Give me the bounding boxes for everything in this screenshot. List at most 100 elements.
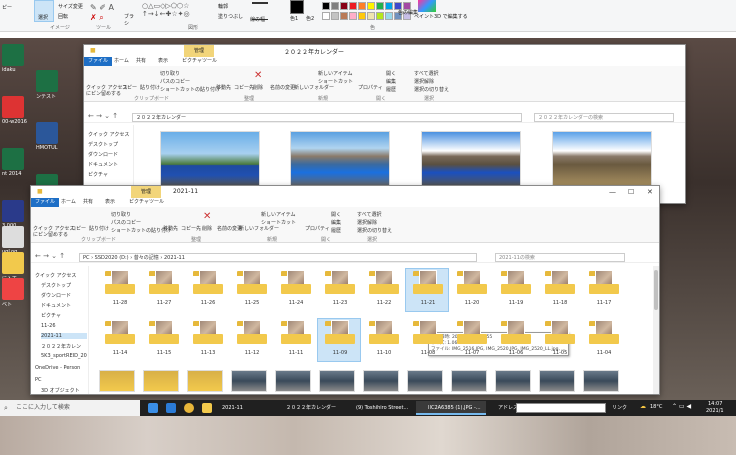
back-nav-documents[interactable]: ドキュメント (88, 161, 118, 168)
back-copy-to-button[interactable]: コピー先 (234, 84, 254, 91)
back-search-box[interactable]: ２０２２年カレンダーの検索 (534, 113, 674, 122)
back-nav-pictures[interactable]: ピクチャ (88, 171, 108, 178)
folder-icon[interactable] (369, 320, 399, 344)
paint-rotate-button[interactable]: 回転 (58, 13, 68, 20)
word-icon[interactable] (36, 122, 58, 144)
pdf-icon[interactable] (2, 96, 24, 118)
back-nav-downloads[interactable]: ダウンロード (88, 151, 118, 158)
folder-icon[interactable] (149, 270, 179, 294)
front-titlebar[interactable]: ■ 管理 2021-11 — ☐ ✕ (31, 186, 659, 198)
color-swatch[interactable] (349, 12, 357, 20)
folder-icon[interactable] (369, 270, 399, 294)
back-copy-button[interactable]: コピー (122, 84, 137, 91)
photo-thumbnail[interactable] (275, 370, 311, 392)
photo-thumbnail[interactable] (539, 370, 575, 392)
excel-icon[interactable] (36, 70, 58, 92)
back-new-folder-button[interactable]: 新しいフォルダー (294, 84, 334, 91)
back-select-none-button[interactable]: 選択解除 (414, 78, 434, 85)
front-nav-folder-selected[interactable]: 2021-11 (41, 333, 87, 339)
back-rename-button[interactable]: 名前の変更 (270, 84, 295, 91)
tray-icons[interactable]: ⌃ ▭ ◀ (672, 403, 691, 410)
folder-icon[interactable] (325, 320, 355, 344)
color-swatch[interactable] (367, 2, 375, 10)
close-icon[interactable]: ✕ (647, 188, 653, 196)
back-tab-home[interactable]: ホーム (110, 57, 133, 66)
front-search-box[interactable]: 2021-11の検索 (495, 253, 625, 262)
explorer-window-back[interactable]: ■ 管理 ２０２２年カレンダー ファイル ホーム 共有 表示 ピクチャツール ク… (83, 44, 686, 204)
front-nav-folder[interactable]: 5K3_sportREID_20 (41, 353, 87, 359)
taskbar-app-explorer-2[interactable]: ２０２２年カレンダー (274, 401, 340, 415)
folder-icon[interactable] (589, 320, 619, 344)
back-shortcut-button[interactable]: ショートカット (318, 78, 353, 85)
front-nav-pc[interactable]: PC (35, 377, 42, 383)
pencil-icon[interactable]: ✎ ✐ A (90, 3, 114, 12)
front-copy-button[interactable]: コピー (71, 225, 86, 232)
taskbar-temperature[interactable]: 18°C (650, 404, 662, 410)
folder-icon[interactable] (105, 320, 135, 344)
front-nav-folder[interactable]: 11-26 (41, 323, 56, 329)
color-swatch[interactable] (376, 2, 384, 10)
front-tab-view[interactable]: 表示 (101, 198, 119, 207)
front-history-button[interactable]: 履歴 (331, 227, 341, 234)
front-tab-share[interactable]: 共有 (79, 198, 97, 207)
color-swatch[interactable] (358, 2, 366, 10)
front-nav-arrows-icon[interactable]: ← → ⌄ ↑ (35, 252, 65, 260)
folder-icon[interactable] (589, 270, 619, 294)
maximize-icon[interactable]: ☐ (628, 188, 634, 196)
front-select-none-button[interactable]: 選択解除 (357, 219, 377, 226)
folder-icon[interactable] (457, 320, 487, 344)
color-swatch[interactable] (385, 2, 393, 10)
front-nav-downloads[interactable]: ダウンロード (41, 292, 71, 299)
back-nav-desktop[interactable]: デスクトップ (88, 141, 118, 148)
front-new-folder-button[interactable]: 新しいフォルダー (239, 225, 279, 232)
taskbar-link-label[interactable]: リンク (612, 404, 627, 411)
folder-icon[interactable] (501, 270, 531, 294)
color-swatch[interactable] (322, 12, 330, 20)
paint-copy-label[interactable]: ピー (2, 4, 12, 11)
back-tab-share[interactable]: 共有 (132, 57, 150, 66)
front-move-to-button[interactable]: 移動先 (163, 225, 178, 232)
photo-thumbnail[interactable] (407, 370, 443, 392)
back-manage-tab[interactable]: 管理 (184, 45, 214, 57)
folder-icon[interactable] (413, 320, 443, 344)
back-nav-arrows-icon[interactable]: ← → ⌄ ↑ (88, 112, 118, 120)
folder-icon[interactable] (501, 320, 531, 344)
folder-icon[interactable] (2, 252, 24, 274)
taskbar-app-image[interactable]: IIC2A6385 (1).JPG -... (416, 401, 486, 415)
front-select-all-button[interactable]: すべて選択 (357, 211, 381, 218)
front-new-item-button[interactable]: 新しいアイテム (261, 211, 296, 218)
photo-thumbnail[interactable] (99, 370, 135, 392)
folder-icon[interactable] (193, 270, 223, 294)
color-swatch[interactable] (340, 2, 348, 10)
back-paste-button[interactable]: 貼り付け (140, 84, 160, 91)
brush-button[interactable]: ブラシ (122, 0, 138, 27)
front-paste-button[interactable]: 貼り付け (89, 225, 109, 232)
fill-button[interactable]: 塗りつぶし (218, 13, 243, 20)
photo-thumbnail[interactable] (421, 131, 521, 187)
shield-icon[interactable] (2, 278, 24, 300)
back-copy-path-button[interactable]: パスのコピー (160, 78, 190, 85)
front-delete-icon[interactable]: ✕ (203, 211, 211, 222)
photo-thumbnail[interactable] (143, 370, 179, 392)
front-properties-button[interactable]: プロパティ (305, 225, 330, 232)
taskbar-app-explorer-1[interactable]: 2021-11 (210, 401, 270, 415)
back-tab-view[interactable]: 表示 (154, 57, 172, 66)
folder-icon[interactable] (545, 270, 575, 294)
front-nav-quick[interactable]: クイック アクセス (35, 272, 76, 279)
back-move-to-button[interactable]: 移動先 (216, 84, 231, 91)
eraser-icon[interactable]: ✗ ⌕ (90, 13, 104, 23)
excel-icon[interactable] (2, 148, 24, 170)
front-scrollbar[interactable] (653, 266, 659, 394)
folder-icon[interactable] (105, 270, 135, 294)
taskbar-search[interactable]: ⌕ ここに入力して検索 (0, 400, 140, 416)
paint-resize-button[interactable]: サイズ変更 (58, 3, 83, 10)
front-tab-file[interactable]: ファイル (31, 198, 60, 207)
minimize-icon[interactable]: — (609, 188, 616, 196)
front-nav-documents[interactable]: ドキュメント (41, 302, 71, 309)
folder-icon[interactable] (325, 270, 355, 294)
photo-thumbnail[interactable] (495, 370, 531, 392)
shapes-gallery[interactable]: ○△▭◇▷⬠⬡☆ ↑→↓←✚☆✦◎ (142, 2, 212, 20)
front-nav-desktop[interactable]: デスクトップ (41, 282, 71, 289)
back-edit-button[interactable]: 編集 (386, 78, 396, 85)
photo-thumbnail[interactable] (552, 131, 652, 187)
